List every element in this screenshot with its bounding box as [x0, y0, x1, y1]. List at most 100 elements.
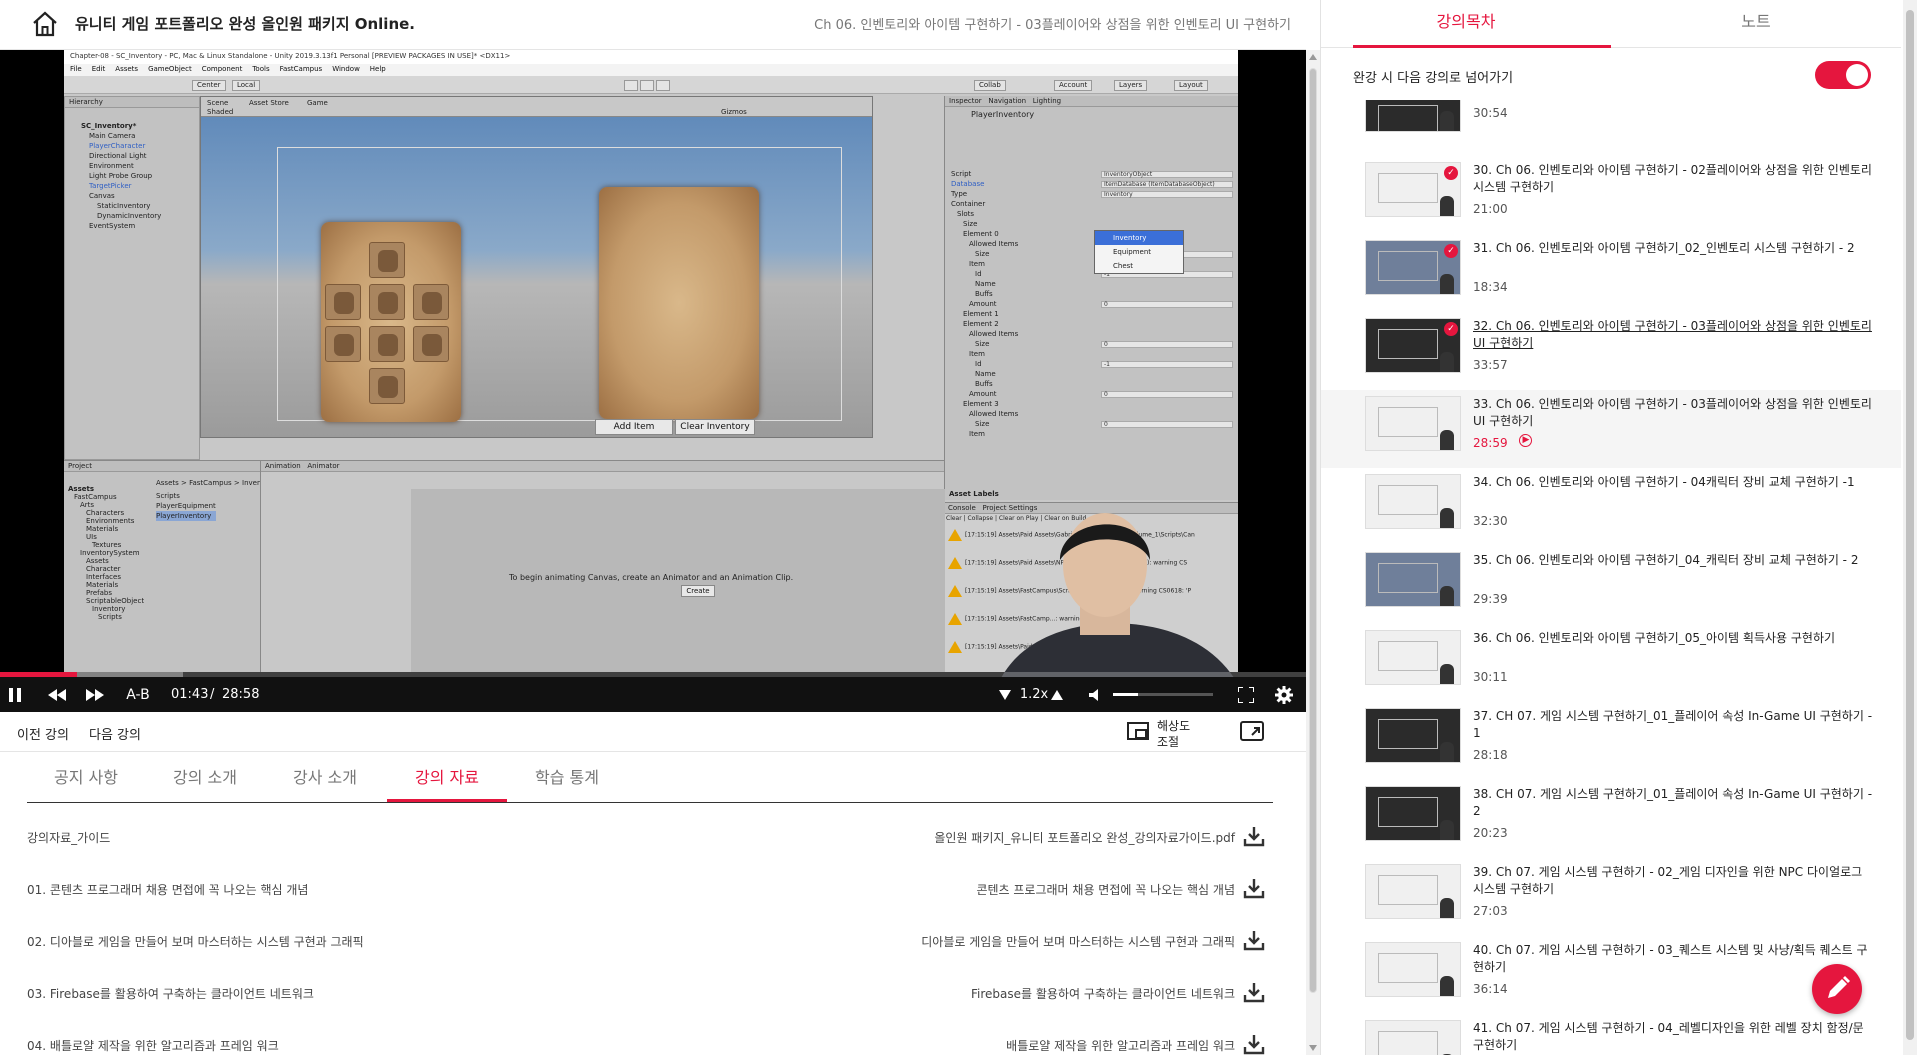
unity-shading-mode: Shaded — [207, 108, 234, 116]
inspector-label: Allowed Items — [969, 410, 1019, 418]
forward-button[interactable] — [82, 677, 108, 712]
material-file-name[interactable]: 올인원 패키지_유니티 포트폴리오 완성_강의자료가이드.pdf — [934, 829, 1235, 846]
lesson-item[interactable]: ✓ 30. Ch 06. 인벤토리와 아이템 구현하기 - 02플레이어와 상점을… — [1321, 156, 1901, 234]
thumbnail-diagram — [1378, 875, 1438, 905]
resolution-button[interactable]: 해상도 조절 — [1127, 716, 1207, 750]
hierarchy-item: TargetPicker — [89, 182, 132, 190]
write-note-button[interactable] — [1812, 964, 1862, 1014]
scroll-down-arrow[interactable] — [1309, 1045, 1317, 1051]
inspector-field: 0 — [1101, 421, 1233, 428]
thumbnail-diagram — [1378, 719, 1438, 749]
slot-helmet — [369, 242, 405, 278]
lecture-title: Ch 06. 인벤토리와 아이템 구현하기 - 03플레이어와 상점을 위한 인… — [814, 18, 1291, 33]
thumbnail-presenter — [1440, 898, 1454, 918]
hierarchy-item: Directional Light — [89, 152, 147, 160]
speaker-icon — [1089, 688, 1098, 701]
popout-icon[interactable] — [1240, 720, 1266, 744]
lesson-item[interactable]: 30:54 — [1321, 100, 1901, 134]
unity-local-button: Local — [232, 80, 261, 91]
slot-shoulder — [413, 284, 449, 320]
video-player[interactable]: Chapter-08 - SC_Inventory - PC, Mac & Li… — [0, 50, 1306, 712]
animation-panel: Animation Animator To begin animating Ca… — [260, 461, 945, 672]
lesson-duration: 18:34 — [1473, 280, 1508, 294]
settings-button[interactable] — [1272, 677, 1296, 712]
download-icon[interactable] — [1243, 1033, 1265, 1055]
lesson-item[interactable]: 33. Ch 06. 인벤토리와 아이템 구현하기 - 03플레이어와 상점을 … — [1321, 390, 1901, 468]
material-row: 04. 배틀로얄 제작을 위한 알고리즘과 프레임 워크 배틀로얄 제작을 위한 … — [27, 1018, 1273, 1055]
fullscreen-button[interactable] — [1234, 677, 1258, 712]
unity-menu-item: File — [70, 65, 82, 73]
thumbnail-diagram — [1378, 953, 1438, 983]
inspector-label: Item — [969, 350, 985, 358]
prev-lecture-link[interactable]: 이전 강의 — [17, 724, 69, 743]
inspector-label: Script — [951, 170, 972, 178]
lesson-thumbnail — [1365, 708, 1461, 763]
inspector-label: Size — [975, 420, 990, 428]
thumbnail-presenter — [1440, 508, 1454, 528]
sidebar-scrollbar[interactable] — [1903, 0, 1917, 1055]
lesson-item[interactable]: 36. Ch 06. 인벤토리와 아이템 구현하기_05_아이템 획득사용 구현… — [1321, 624, 1901, 702]
inspector-label: Element 0 — [963, 230, 999, 238]
animation-hint: To begin animating Canvas, create an Ani… — [509, 573, 794, 582]
lesson-item[interactable]: 35. Ch 06. 인벤토리와 아이템 구현하기_04_캐릭터 장비 교체 구… — [1321, 546, 1901, 624]
download-icon[interactable] — [1243, 877, 1265, 899]
tab-instructor[interactable]: 강사 소개 — [265, 755, 385, 802]
material-file-name[interactable]: 배틀로얄 제작을 위한 알고리즘과 프레임 워크 — [1006, 1037, 1235, 1054]
speed-up-button[interactable] — [1048, 677, 1066, 712]
autoplay-toggle[interactable] — [1815, 61, 1871, 89]
scroll-thumb[interactable] — [1309, 68, 1317, 993]
unity-collab-button: Collab — [974, 80, 1006, 91]
material-row: 강의자료_가이드 올인원 패키지_유니티 포트폴리오 완성_강의자료가이드.pdf — [27, 810, 1273, 862]
tab-notice[interactable]: 공지 사항 — [27, 755, 145, 802]
pause-button[interactable] — [2, 677, 28, 712]
lesson-item[interactable]: 39. Ch 07. 게임 시스템 구현하기 - 02_게임 디자인을 위한 N… — [1321, 858, 1901, 936]
inspector-label: Slots — [957, 210, 975, 218]
type-dropdown-menu: Inventory Equipment Chest — [1094, 230, 1184, 274]
lesson-thumbnail — [1365, 786, 1461, 841]
project-folder: Materials — [86, 525, 119, 533]
download-icon[interactable] — [1243, 825, 1265, 847]
scroll-up-arrow[interactable] — [1309, 54, 1317, 60]
thumbnail-diagram — [1378, 173, 1438, 203]
download-icon[interactable] — [1243, 981, 1265, 1003]
speed-down-button[interactable] — [996, 677, 1014, 712]
thumbnail-presenter — [1440, 820, 1454, 840]
hierarchy-item: Canvas — [89, 192, 115, 200]
animator-tab: Animator — [307, 462, 340, 470]
mute-button[interactable] — [1086, 677, 1106, 712]
tab-intro[interactable]: 강의 소개 — [145, 755, 265, 802]
inspector-label: Buffs — [975, 290, 993, 298]
lesson-item[interactable]: 34. Ch 06. 인벤토리와 아이템 구현하기 - 04캐릭터 장비 교체 … — [1321, 468, 1901, 546]
material-file-name[interactable]: 콘텐츠 프로그래머 채용 면접에 꼭 나오는 핵심 개념 — [976, 881, 1235, 898]
tab-stats[interactable]: 학습 통계 — [507, 755, 627, 802]
unity-menu-item: Edit — [91, 65, 106, 73]
inspector-label: Item — [969, 260, 985, 268]
triangle-down-icon — [999, 689, 1011, 700]
unity-menu-item: Assets — [115, 65, 139, 73]
sidebar-scroll-thumb[interactable] — [1906, 10, 1914, 1040]
home-icon[interactable] — [30, 10, 60, 38]
tab-curriculum[interactable]: 강의목차 — [1321, 0, 1611, 48]
lesson-item[interactable]: 41. Ch 07. 게임 시스템 구현하기 - 04_레벨디자인을 위한 레벨… — [1321, 1014, 1901, 1055]
lesson-duration: 28:59 — [1473, 436, 1508, 450]
ab-repeat-button[interactable]: A-B — [120, 677, 156, 712]
rewind-button[interactable] — [44, 677, 70, 712]
lesson-item[interactable]: ✓ 32. Ch 06. 인벤토리와 아이템 구현하기 - 03플레이어와 상점을… — [1321, 312, 1901, 390]
tab-notes[interactable]: 노트 — [1611, 0, 1901, 48]
thumbnail-diagram — [1378, 1031, 1438, 1055]
main-scrollbar[interactable] — [1306, 50, 1320, 1055]
inspector-field: -1 — [1101, 361, 1233, 368]
material-file-name[interactable]: Firebase를 활용하여 구축하는 클라이언트 네트워크 — [971, 985, 1235, 1002]
playback-speed: 1.2x — [1019, 687, 1049, 702]
lesson-item[interactable]: ✓ 31. Ch 06. 인벤토리와 아이템 구현하기_02_인벤토리 시스템 구… — [1321, 234, 1901, 312]
tab-materials[interactable]: 강의 자료 — [387, 755, 507, 802]
lesson-item[interactable]: 38. CH 07. 게임 시스템 구현하기_01_플레이어 속성 In-Gam… — [1321, 780, 1901, 858]
download-icon[interactable] — [1243, 929, 1265, 951]
material-file-name[interactable]: 디아블로 게임을 만들어 보며 마스터하는 시스템 구현과 그래픽 — [921, 933, 1235, 950]
unity-center-button: Center — [192, 80, 226, 91]
lesson-item[interactable]: 37. CH 07. 게임 시스템 구현하기_01_플레이어 속성 In-Gam… — [1321, 702, 1901, 780]
type-option-equipment: Equipment — [1113, 248, 1151, 256]
lesson-thumbnail — [1365, 1020, 1461, 1055]
volume-slider[interactable] — [1113, 693, 1213, 696]
next-lecture-link[interactable]: 다음 강의 — [89, 724, 141, 743]
